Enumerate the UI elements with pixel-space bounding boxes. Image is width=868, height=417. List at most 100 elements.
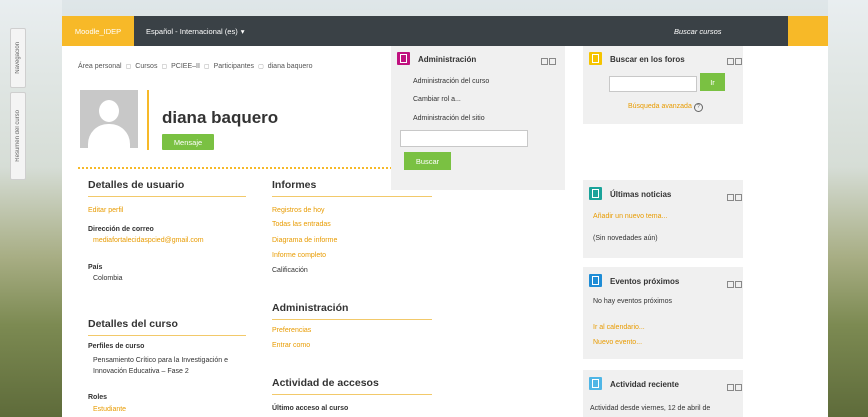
admin-search-button[interactable]: Buscar bbox=[404, 152, 451, 170]
collapse-icon[interactable] bbox=[735, 384, 742, 391]
forum-search-block: Buscar en los foros Ir Búsqueda avanzada… bbox=[583, 46, 743, 124]
advanced-search-label: Búsqueda avanzada bbox=[628, 103, 692, 110]
reports-heading: Informes bbox=[272, 179, 317, 191]
collapse-icon[interactable] bbox=[735, 281, 742, 288]
course-details-heading: Detalles del curso bbox=[88, 318, 178, 330]
language-menu[interactable]: Español - Internacional (es) ▾ bbox=[146, 16, 244, 46]
grade-link[interactable]: Calificación bbox=[272, 267, 308, 274]
report-link[interactable]: Registros de hoy bbox=[272, 207, 325, 214]
admin-block-icon bbox=[397, 52, 410, 65]
access-activity-heading: Actividad de accesos bbox=[272, 377, 379, 389]
avatar-body-shape bbox=[88, 124, 130, 148]
administration-heading: Administración bbox=[272, 302, 349, 314]
breadcrumb-item[interactable]: PCIEE–II bbox=[171, 63, 200, 70]
events-title: Eventos próximos bbox=[610, 277, 680, 286]
dock-icon[interactable] bbox=[727, 281, 734, 288]
breadcrumb-item[interactable]: Área personal bbox=[78, 63, 122, 70]
breadcrumb-item[interactable]: Participantes bbox=[214, 63, 254, 70]
email-link[interactable]: mediafortalecidaspcied@gmail.com bbox=[93, 237, 204, 244]
report-link[interactable]: Informe completo bbox=[272, 252, 326, 259]
navbar-accent bbox=[788, 16, 828, 46]
country-label: País bbox=[88, 264, 103, 271]
news-icon bbox=[589, 187, 602, 200]
breadcrumb-separator-icon: ▢ bbox=[258, 64, 264, 70]
drawer-tab-course-summary[interactable]: Resumen del curso bbox=[10, 92, 26, 180]
new-event-link[interactable]: Nuevo evento... bbox=[593, 339, 642, 346]
events-icon bbox=[589, 274, 602, 287]
collapse-icon[interactable] bbox=[549, 58, 556, 65]
help-icon[interactable]: ? bbox=[693, 103, 703, 112]
avatar-head-shape bbox=[99, 100, 119, 122]
search-courses-link[interactable]: Buscar cursos bbox=[674, 16, 722, 46]
drawer-tab-navigation-label: Navegación bbox=[15, 42, 21, 74]
course-profiles-label: Perfiles de curso bbox=[88, 343, 145, 350]
add-topic-link[interactable]: Añadir un nuevo tema... bbox=[593, 213, 667, 220]
language-menu-label: Español - Internacional (es) bbox=[146, 26, 238, 36]
drawer-tab-course-summary-label: Resumen del curso bbox=[15, 110, 21, 162]
dock-icon[interactable] bbox=[727, 58, 734, 65]
admin-block: Administración Administración del curso … bbox=[391, 46, 565, 190]
advanced-search-link[interactable]: Búsqueda avanzada ? bbox=[628, 103, 703, 112]
last-access-label: Último acceso al curso bbox=[272, 405, 349, 412]
breadcrumb: Área personal ▢ Cursos ▢ PCIEE–II ▢ Part… bbox=[78, 63, 313, 70]
forum-search-title: Buscar en los foros bbox=[610, 55, 685, 64]
course-profile-link[interactable]: Pensamiento Crítico para la Investigació… bbox=[93, 355, 253, 377]
profile-name: diana baquero bbox=[162, 108, 279, 127]
collapse-icon[interactable] bbox=[735, 194, 742, 201]
dock-icon[interactable] bbox=[727, 194, 734, 201]
background-scenery-right bbox=[828, 0, 868, 417]
login-as-link[interactable]: Entrar como bbox=[272, 342, 310, 349]
latest-news-block: Últimas noticias Añadir un nuevo tema...… bbox=[583, 180, 743, 258]
heading-underline bbox=[88, 335, 246, 336]
report-link[interactable]: Todas las entradas bbox=[272, 221, 331, 228]
news-empty-text: (Sin novedades aún) bbox=[593, 235, 658, 242]
admin-item[interactable]: Administración del sitio bbox=[413, 115, 485, 122]
profile-header-divider bbox=[147, 90, 149, 150]
preferences-link[interactable]: Preferencias bbox=[272, 327, 311, 334]
block-controls[interactable] bbox=[727, 194, 742, 201]
breadcrumb-item: diana baquero bbox=[267, 63, 313, 70]
edit-profile-link[interactable]: Editar perfil bbox=[88, 207, 123, 214]
block-controls[interactable] bbox=[727, 384, 742, 391]
admin-block-title: Administración bbox=[418, 55, 477, 64]
upcoming-events-block: Eventos próximos No hay eventos próximos… bbox=[583, 267, 743, 359]
forum-search-icon bbox=[589, 52, 602, 65]
report-link[interactable]: Diagrama de informe bbox=[272, 237, 337, 244]
events-empty-text: No hay eventos próximos bbox=[593, 298, 672, 305]
calendar-link[interactable]: Ir al calendario... bbox=[593, 324, 645, 331]
forum-search-input[interactable] bbox=[609, 76, 697, 92]
block-controls[interactable] bbox=[541, 58, 556, 65]
country-value: Colombia bbox=[93, 275, 123, 282]
dock-icon[interactable] bbox=[727, 384, 734, 391]
site-brand-link[interactable]: Moodle_IDEP bbox=[62, 16, 134, 46]
user-details-heading: Detalles de usuario bbox=[88, 179, 185, 191]
admin-search-input[interactable] bbox=[400, 130, 528, 147]
breadcrumb-item[interactable]: Cursos bbox=[135, 63, 157, 70]
admin-item[interactable]: Administración del curso bbox=[413, 78, 489, 85]
drawer-tab-navigation[interactable]: Navegación bbox=[10, 28, 26, 88]
caret-down-icon: ▾ bbox=[240, 26, 245, 36]
top-navbar: Moodle_IDEP Español - Internacional (es)… bbox=[62, 16, 828, 46]
heading-underline bbox=[272, 196, 432, 197]
block-controls[interactable] bbox=[727, 58, 742, 65]
collapse-icon[interactable] bbox=[735, 58, 742, 65]
message-button[interactable]: Mensaje bbox=[162, 134, 214, 150]
heading-underline bbox=[88, 196, 246, 197]
recent-activity-block: Actividad reciente Actividad desde viern… bbox=[583, 370, 743, 417]
heading-underline bbox=[272, 319, 432, 320]
email-label: Dirección de correo bbox=[88, 226, 154, 233]
block-controls[interactable] bbox=[727, 281, 742, 288]
avatar bbox=[80, 90, 138, 148]
forum-search-go-button[interactable]: Ir bbox=[700, 73, 725, 91]
roles-label: Roles bbox=[88, 394, 108, 401]
heading-underline bbox=[272, 394, 432, 395]
recent-activity-title: Actividad reciente bbox=[610, 380, 679, 389]
role-value: Estudiante bbox=[93, 406, 127, 413]
admin-item[interactable]: Cambiar rol a... bbox=[413, 96, 461, 103]
breadcrumb-separator-icon: ▢ bbox=[161, 64, 168, 70]
dock-icon[interactable] bbox=[541, 58, 548, 65]
breadcrumb-separator-icon: ▢ bbox=[125, 64, 132, 70]
recent-activity-since: Actividad desde viernes, 12 de abril de bbox=[590, 405, 711, 412]
news-title: Últimas noticias bbox=[610, 190, 672, 199]
recent-activity-icon bbox=[589, 377, 602, 390]
